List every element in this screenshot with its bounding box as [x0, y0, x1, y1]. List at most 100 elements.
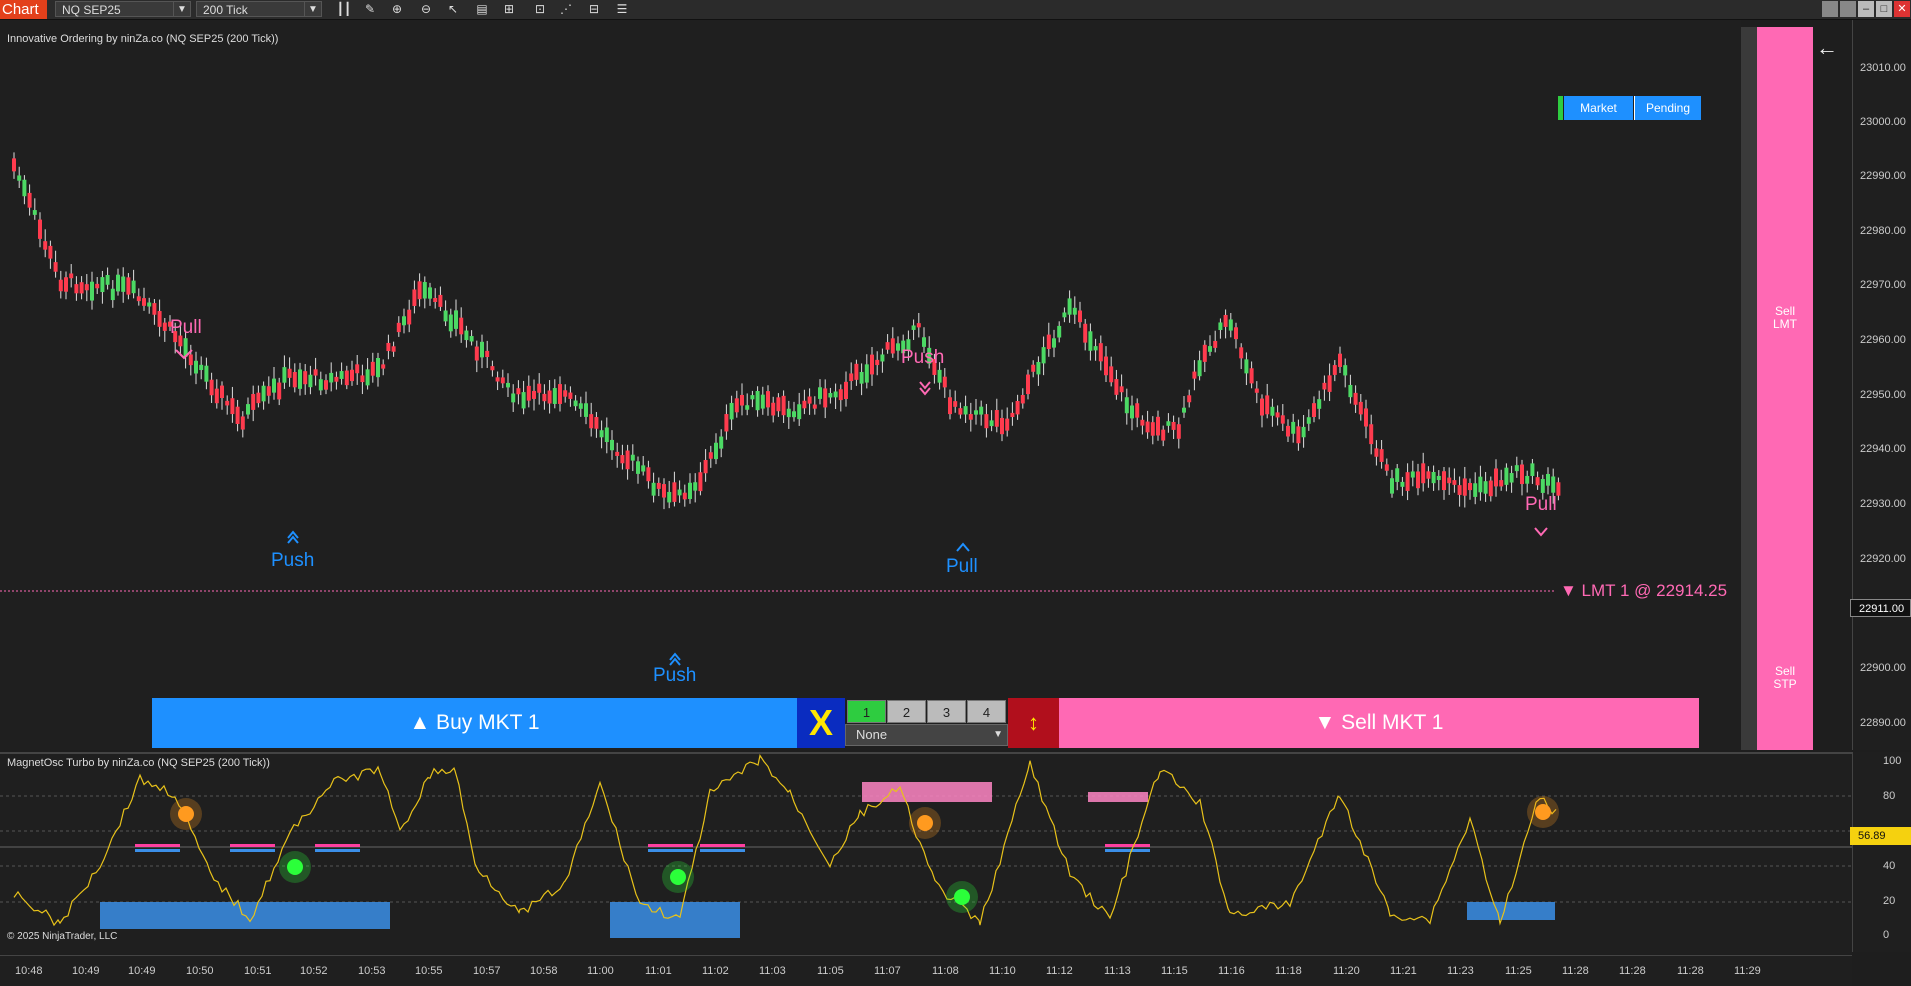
pending-mode-button[interactable]: Pending [1634, 96, 1701, 120]
candle-body [1119, 386, 1124, 393]
pointer-icon[interactable]: ↖ [445, 2, 461, 17]
tile-icon[interactable] [1840, 1, 1856, 17]
candle-body [1260, 398, 1264, 416]
oscillator-panel[interactable]: MagnetOsc Turbo by ninZa.co (NQ SEP25 (2… [0, 752, 1852, 954]
templates-icon[interactable]: ⊞ [501, 2, 517, 17]
qty-3-button[interactable]: 3 [927, 700, 966, 723]
blue-marker [648, 849, 693, 852]
candle-body [95, 283, 100, 289]
candle-body [714, 442, 718, 460]
candle-body [511, 393, 516, 403]
candle-body [251, 394, 256, 410]
time-label: 10:51 [244, 965, 272, 977]
zoom-out-icon[interactable]: ⊖ [418, 2, 434, 17]
strategies-icon[interactable]: ⋰ [558, 2, 574, 17]
price-panel[interactable]: Innovative Ordering by ninZa.co (NQ SEP2… [0, 20, 1741, 750]
drawing-tool-icon[interactable]: ✎ [362, 2, 378, 17]
candle-body [1400, 481, 1405, 487]
strategy-value: None [856, 727, 888, 742]
time-label: 10:57 [473, 965, 501, 977]
candle-body [776, 397, 781, 412]
candle-body [324, 380, 328, 390]
candle-body [589, 414, 594, 429]
signal-dot [287, 859, 303, 875]
candle-body [994, 410, 999, 427]
zoom-in-icon[interactable]: ⊕ [389, 2, 405, 17]
candle-body [1499, 480, 1504, 487]
sell-order-strip[interactable]: Sell LMT Sell STP [1757, 27, 1813, 750]
candle-body [958, 408, 963, 415]
signal-dot [670, 869, 686, 885]
oscillator-chart [0, 754, 1852, 938]
candle-body [12, 158, 16, 172]
candle-body [121, 276, 126, 292]
candle-body [230, 398, 235, 415]
candle-body [1265, 395, 1270, 415]
candle-body [443, 310, 448, 322]
candle-body [495, 377, 500, 382]
candle-body [490, 366, 495, 371]
time-label: 11:13 [1104, 965, 1131, 977]
buy-market-button[interactable]: ▲ Buy MKT 1 [152, 698, 797, 748]
candle-body [48, 245, 53, 259]
time-label: 11:16 [1218, 965, 1245, 977]
candle-body [199, 364, 204, 371]
indicators-icon[interactable]: ⊡ [532, 2, 548, 17]
instrument-select[interactable]: NQ SEP25 ▼ [55, 1, 191, 17]
qty-4-button[interactable]: 4 [967, 700, 1006, 723]
properties-icon[interactable]: ⊟ [586, 2, 602, 17]
time-axis[interactable]: 10:48 10:49 10:49 10:50 10:51 10:52 10:5… [0, 955, 1852, 986]
back-arrow-icon[interactable]: ← [1815, 36, 1839, 60]
chart-trader-order-bar: ▲ Buy MKT 1 X 1 2 3 4 None ▼ ↕ ▼ Sell MK… [152, 698, 1699, 748]
chart-tab[interactable]: Chart [0, 0, 47, 19]
candle-body [344, 370, 349, 386]
sell-market-button[interactable]: ▼ Sell MKT 1 [1059, 698, 1699, 748]
candle-body [630, 454, 635, 461]
time-label: 11:05 [817, 965, 844, 977]
limit-order-label[interactable]: ▼ LMT 1 @ 22914.25 [1560, 581, 1727, 601]
candle-body [1436, 475, 1441, 481]
candle-body [131, 280, 136, 294]
data-box-icon[interactable]: ▤ [474, 2, 490, 17]
qty-2-button[interactable]: 2 [887, 700, 926, 723]
qty-1-button[interactable]: 1 [847, 700, 886, 723]
pink-marker [1105, 844, 1150, 847]
candle-body [1462, 478, 1467, 496]
candle-body [422, 282, 427, 299]
market-mode-button[interactable]: Market [1564, 96, 1633, 120]
close-window-icon[interactable]: ✕ [1894, 1, 1910, 17]
blue-marker [700, 849, 745, 852]
strategy-select[interactable]: None ▼ [845, 724, 1008, 746]
maximize-icon[interactable]: □ [1876, 1, 1892, 17]
period-select[interactable]: 200 Tick ▼ [196, 1, 322, 17]
candle-body [802, 400, 807, 409]
candle-body [1332, 365, 1337, 375]
candle-body [1036, 361, 1041, 375]
candle-body [1026, 374, 1030, 395]
candle-body [292, 372, 297, 388]
minimize-icon[interactable]: – [1858, 1, 1874, 17]
candle-body [188, 354, 193, 366]
candle-body [417, 281, 422, 300]
candle-body [568, 392, 573, 399]
candle-body [838, 389, 843, 401]
price-axis[interactable]: 23010.00 23000.00 22990.00 22980.00 2297… [1852, 20, 1911, 750]
candle-body [1280, 415, 1285, 424]
candle-body [261, 385, 266, 402]
time-label: 11:28 [1677, 965, 1704, 977]
oscillator-axis[interactable]: 100 80 60 40 20 0 [1852, 752, 1911, 952]
candle-body [1275, 412, 1280, 418]
candle-body [1218, 322, 1223, 331]
scroll-gutter[interactable] [1741, 27, 1757, 750]
restore-icon[interactable] [1822, 1, 1838, 17]
candle-body [854, 363, 859, 380]
reverse-position-icon[interactable]: ↕ [1008, 698, 1059, 748]
candle-body [1005, 418, 1010, 431]
bar-type-icon[interactable]: ┃┃ [336, 2, 352, 17]
candle-body [256, 392, 261, 404]
list-icon[interactable]: ☰ [614, 2, 630, 17]
close-icon[interactable]: X [797, 698, 845, 748]
candle-body [1171, 421, 1176, 430]
candle-body [1312, 403, 1316, 417]
time-label: 11:25 [1505, 965, 1532, 977]
